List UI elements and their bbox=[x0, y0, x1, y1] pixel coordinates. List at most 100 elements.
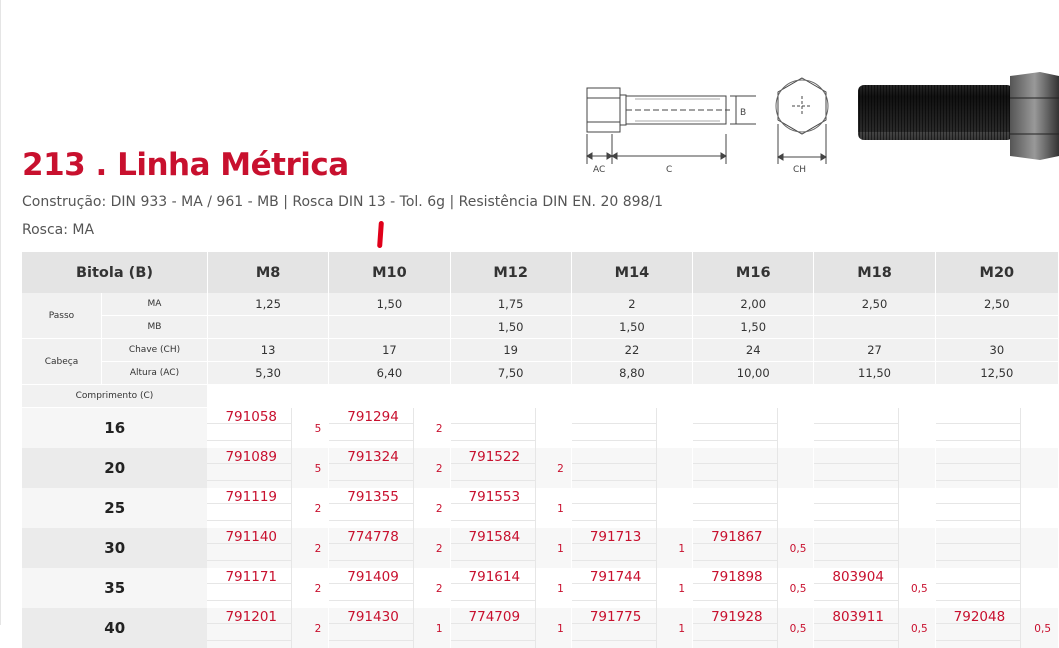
product-code[interactable]: 774778 bbox=[347, 529, 399, 545]
product-cell: 791430 1 bbox=[328, 608, 451, 648]
page-left-border bbox=[0, 0, 1, 625]
package-quantity: 1 bbox=[678, 583, 686, 595]
cabeca-label: Cabeça bbox=[22, 338, 102, 385]
product-code[interactable]: 791430 bbox=[347, 609, 399, 625]
product-code[interactable]: 791522 bbox=[469, 449, 521, 465]
passo-ma-row: Passo MA 1,25 1,50 1,75 2 2,00 2,50 2,50 bbox=[22, 293, 1059, 339]
diagram-label-b: B bbox=[740, 108, 746, 118]
bolt-photo bbox=[858, 72, 1059, 160]
diagram-label-ac: AC bbox=[593, 165, 605, 175]
comprimento-row: Comprimento (C) bbox=[22, 384, 1059, 408]
product-cell: 791119 2 bbox=[207, 488, 330, 528]
passo-ma-value: 1,25 bbox=[207, 293, 330, 316]
product-code[interactable]: 791584 bbox=[469, 529, 521, 545]
product-code[interactable]: 791928 bbox=[711, 609, 763, 625]
package-quantity: 2 bbox=[314, 503, 322, 515]
product-code[interactable]: 791171 bbox=[225, 569, 277, 585]
diagram-label-c: C bbox=[666, 165, 672, 175]
package-quantity: 5 bbox=[314, 423, 322, 435]
product-code[interactable]: 791355 bbox=[347, 489, 399, 505]
package-quantity: 0,5 bbox=[910, 583, 928, 595]
package-quantity: 2 bbox=[557, 463, 564, 475]
product-code[interactable]: 803904 bbox=[832, 569, 884, 585]
chave-row: Cabeça Chave (CH) 13 17 19 22 24 27 30 bbox=[22, 338, 1059, 385]
size-header: M16 bbox=[692, 252, 815, 293]
product-code[interactable]: 791713 bbox=[590, 529, 642, 545]
mb-label: MB bbox=[101, 315, 208, 339]
chave-value: 13 bbox=[207, 338, 330, 362]
product-cell: 791355 2 bbox=[328, 488, 451, 528]
product-cell: 791409 2 bbox=[328, 568, 451, 608]
product-cell: 791089 5 bbox=[207, 448, 330, 488]
product-cell: 792048 0,5 bbox=[935, 608, 1059, 648]
chave-value: 19 bbox=[450, 338, 572, 362]
bitola-header: Bitola (B) bbox=[22, 252, 208, 293]
length-label: 16 bbox=[22, 407, 208, 448]
length-label: 30 bbox=[22, 528, 208, 568]
product-cell: 803904 0,5 bbox=[813, 568, 936, 608]
product-code[interactable]: 791409 bbox=[347, 569, 399, 585]
product-cell bbox=[571, 488, 694, 528]
product-cell bbox=[692, 448, 815, 488]
product-code[interactable]: 791898 bbox=[711, 569, 763, 585]
passo-mb-row: MB 1,50 1,50 1,50 bbox=[22, 315, 1059, 339]
length-label: 40 bbox=[22, 608, 208, 648]
altura-value: 12,50 bbox=[935, 361, 1059, 385]
product-cell: 791614 1 bbox=[450, 568, 572, 608]
length-label: 35 bbox=[22, 568, 208, 608]
chave-value: 17 bbox=[328, 338, 451, 362]
passo-mb-value: 1,50 bbox=[692, 315, 815, 339]
product-code[interactable]: 791119 bbox=[225, 489, 277, 505]
product-code[interactable]: 803911 bbox=[832, 609, 884, 625]
specification-table: Bitola (B) M8 M10 M12 M14 M16 M18 M20 Pa… bbox=[22, 252, 1059, 648]
product-code[interactable]: 791058 bbox=[225, 409, 277, 425]
chave-value: 22 bbox=[571, 338, 694, 362]
product-cell: 791324 2 bbox=[328, 448, 451, 488]
construction-spec: Construção: DIN 933 - MA / 961 - MB | Ro… bbox=[22, 194, 664, 210]
altura-value: 6,40 bbox=[328, 361, 451, 385]
product-code[interactable]: 791201 bbox=[225, 609, 277, 625]
product-cell: 791928 0,5 bbox=[692, 608, 815, 648]
product-cell bbox=[692, 488, 815, 528]
page-title: 213 . Linha Métrica bbox=[22, 147, 349, 183]
product-code[interactable]: 791140 bbox=[225, 529, 277, 545]
length-label: 25 bbox=[22, 488, 208, 528]
passo-ma-value: 1,50 bbox=[328, 293, 451, 316]
product-cell bbox=[692, 407, 815, 448]
product-cell: 803911 0,5 bbox=[813, 608, 936, 648]
product-code[interactable]: 791294 bbox=[347, 409, 399, 425]
package-quantity: 2 bbox=[435, 583, 443, 595]
product-code[interactable]: 774709 bbox=[469, 609, 521, 625]
product-cell: 791294 2 bbox=[328, 407, 451, 448]
product-code[interactable]: 791089 bbox=[225, 449, 277, 465]
passo-mb-value: 1,50 bbox=[571, 315, 694, 339]
product-code[interactable]: 791775 bbox=[590, 609, 642, 625]
passo-mb-value bbox=[328, 315, 451, 339]
product-code[interactable]: 791867 bbox=[711, 529, 763, 545]
passo-mb-value bbox=[935, 315, 1059, 339]
product-cell bbox=[813, 407, 936, 448]
package-quantity: 1 bbox=[557, 543, 564, 555]
length-label: 20 bbox=[22, 448, 208, 488]
size-header: M12 bbox=[450, 252, 572, 293]
diagram-label-ch: CH bbox=[793, 165, 806, 175]
passo-mb-value: 1,50 bbox=[450, 315, 572, 339]
chave-value: 24 bbox=[692, 338, 815, 362]
size-header: M14 bbox=[571, 252, 694, 293]
table-row: 25 791119 2 791355 2 791553 1 bbox=[22, 488, 1059, 528]
package-quantity: 0,5 bbox=[789, 543, 807, 555]
product-cell bbox=[571, 407, 694, 448]
product-code[interactable]: 791744 bbox=[590, 569, 642, 585]
table-row: 30 791140 2 774778 2 791584 1 791713 1 791867 0,5 bbox=[22, 528, 1059, 568]
product-code[interactable]: 791553 bbox=[469, 489, 521, 505]
chave-label: Chave (CH) bbox=[101, 338, 208, 362]
product-cell: 791898 0,5 bbox=[692, 568, 815, 608]
product-code[interactable]: 791614 bbox=[469, 569, 521, 585]
product-cell: 791775 1 bbox=[571, 608, 694, 648]
package-quantity: 2 bbox=[435, 543, 443, 555]
product-code[interactable]: 792048 bbox=[954, 609, 1006, 625]
product-cell: 774778 2 bbox=[328, 528, 451, 568]
size-header: M18 bbox=[813, 252, 936, 293]
table-row: 40 791201 2 791430 1 774709 1 791775 1 791928 0,5 8… bbox=[22, 608, 1059, 648]
product-code[interactable]: 791324 bbox=[347, 449, 399, 465]
